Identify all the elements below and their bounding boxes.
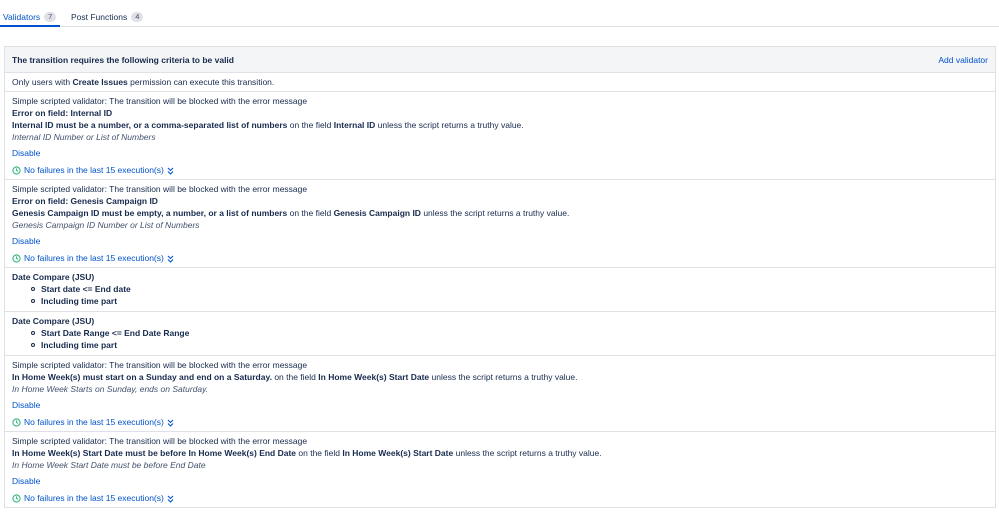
error-message-bold: Genesis Campaign ID must be empty, a num… bbox=[12, 208, 288, 218]
panel-title: The transition requires the following cr… bbox=[12, 55, 234, 65]
error-message-field: Internal ID bbox=[333, 120, 376, 130]
validator-intro: Simple scripted validator: The transitio… bbox=[12, 184, 308, 194]
active-tab-indicator bbox=[0, 25, 60, 27]
error-message-field: In Home Week(s) Start Date bbox=[342, 448, 454, 458]
error-message-bold: Internal ID must be a number, or a comma… bbox=[12, 120, 288, 130]
permission-suffix: permission can execute this transition. bbox=[130, 77, 275, 87]
error-message-bold: In Home Week(s) must start on a Sunday a… bbox=[12, 372, 272, 382]
scripted-validator-in-home-week-order: Simple scripted validator: The transitio… bbox=[5, 432, 995, 508]
clock-icon bbox=[12, 494, 21, 503]
bullet-icon bbox=[31, 331, 35, 335]
date-compare-option: Including time part bbox=[41, 296, 118, 306]
execution-history-toggle[interactable]: No failures in the last 15 execution(s) bbox=[12, 493, 174, 504]
disable-link[interactable]: Disable bbox=[12, 148, 40, 159]
tab-bar: Validators 7 Post Functions 4 bbox=[0, 0, 999, 27]
tab-post-functions-count: 4 bbox=[131, 12, 144, 22]
error-message-tail: unless the script returns a truthy value… bbox=[431, 372, 578, 382]
execution-history-toggle[interactable]: No failures in the last 15 execution(s) bbox=[12, 165, 174, 176]
error-message-mid: on the field bbox=[289, 208, 332, 218]
execution-history-toggle[interactable]: No failures in the last 15 execution(s) bbox=[12, 417, 174, 428]
error-message-mid: on the field bbox=[289, 120, 332, 130]
validator-intro: Simple scripted validator: The transitio… bbox=[12, 436, 308, 446]
clock-icon bbox=[12, 418, 21, 427]
error-on-field: Error on field: Internal ID bbox=[12, 108, 113, 118]
error-message-tail: unless the script returns a truthy value… bbox=[377, 120, 524, 130]
double-chevron-down-icon bbox=[167, 419, 174, 427]
error-message-mid: on the field bbox=[274, 372, 316, 382]
clock-icon bbox=[12, 166, 21, 175]
error-message-field: In Home Week(s) Start Date bbox=[318, 372, 430, 382]
double-chevron-down-icon bbox=[167, 167, 174, 175]
double-chevron-down-icon bbox=[167, 255, 174, 263]
error-message: In Home Week(s) must start on a Sunday a… bbox=[12, 372, 578, 383]
disable-link[interactable]: Disable bbox=[12, 476, 40, 487]
date-compare-condition: Start date <= End date bbox=[41, 284, 131, 294]
scripted-validator-genesis-campaign-id: Simple scripted validator: The transitio… bbox=[5, 180, 995, 268]
permission-name: Create Issues bbox=[72, 77, 128, 87]
error-message: Internal ID must be a number, or a comma… bbox=[12, 120, 524, 131]
validator-note: Internal ID Number or List of Numbers bbox=[12, 132, 156, 142]
permission-text: Only users with Create Issues permission… bbox=[12, 77, 274, 88]
date-compare-condition: Start Date Range <= End Date Range bbox=[41, 328, 190, 338]
date-compare-title: Date Compare (JSU) bbox=[12, 316, 95, 326]
bullet-icon bbox=[31, 343, 35, 347]
tab-validators-label: Validators bbox=[3, 12, 41, 22]
disable-link[interactable]: Disable bbox=[12, 400, 40, 411]
panel-header: The transition requires the following cr… bbox=[5, 47, 995, 73]
error-message-tail: unless the script returns a truthy value… bbox=[423, 208, 570, 218]
bullet-icon bbox=[31, 287, 35, 291]
scripted-validator-in-home-week-day: Simple scripted validator: The transitio… bbox=[5, 356, 995, 432]
add-validator-link[interactable]: Add validator bbox=[938, 55, 988, 65]
validator-note: In Home Week Starts on Sunday, ends on S… bbox=[12, 384, 209, 394]
validator-note: In Home Week Start Date must be before E… bbox=[12, 460, 206, 470]
error-message-field: Genesis Campaign ID bbox=[333, 208, 421, 218]
bullet-icon bbox=[31, 299, 35, 303]
validator-intro: Simple scripted validator: The transitio… bbox=[12, 360, 308, 370]
tab-post-functions-label: Post Functions bbox=[71, 12, 128, 22]
clock-icon bbox=[12, 254, 21, 263]
date-compare-option: Including time part bbox=[41, 340, 118, 350]
validator-note: Genesis Campaign ID Number or List of Nu… bbox=[12, 220, 200, 230]
execution-status: No failures in the last 15 execution(s) bbox=[24, 493, 164, 503]
disable-link[interactable]: Disable bbox=[12, 236, 40, 247]
execution-status: No failures in the last 15 execution(s) bbox=[24, 165, 164, 175]
error-on-field: Error on field: Genesis Campaign ID bbox=[12, 196, 158, 206]
double-chevron-down-icon bbox=[167, 495, 174, 503]
validator-intro: Simple scripted validator: The transitio… bbox=[12, 96, 308, 106]
tab-validators-count: 7 bbox=[44, 12, 57, 22]
date-compare-validator-2: Date Compare (JSU) Start Date Range <= E… bbox=[5, 312, 995, 356]
error-message-bold: In Home Week(s) Start Date must be befor… bbox=[12, 448, 297, 458]
execution-status: No failures in the last 15 execution(s) bbox=[24, 417, 164, 427]
date-compare-title: Date Compare (JSU) bbox=[12, 272, 95, 282]
permission-validator-row: Only users with Create Issues permission… bbox=[5, 73, 995, 92]
tab-post-functions[interactable]: Post Functions 4 bbox=[71, 12, 144, 27]
scripted-validator-internal-id: Simple scripted validator: The transitio… bbox=[5, 92, 995, 180]
error-message-mid: on the field bbox=[298, 448, 340, 458]
date-compare-validator-1: Date Compare (JSU) Start date <= End dat… bbox=[5, 268, 995, 312]
error-message: Genesis Campaign ID must be empty, a num… bbox=[12, 208, 569, 219]
error-message: In Home Week(s) Start Date must be befor… bbox=[12, 448, 602, 459]
error-message-tail: unless the script returns a truthy value… bbox=[455, 448, 602, 458]
execution-history-toggle[interactable]: No failures in the last 15 execution(s) bbox=[12, 253, 174, 264]
execution-status: No failures in the last 15 execution(s) bbox=[24, 253, 164, 263]
permission-prefix: Only users with bbox=[12, 77, 71, 87]
validators-panel: The transition requires the following cr… bbox=[4, 46, 996, 508]
